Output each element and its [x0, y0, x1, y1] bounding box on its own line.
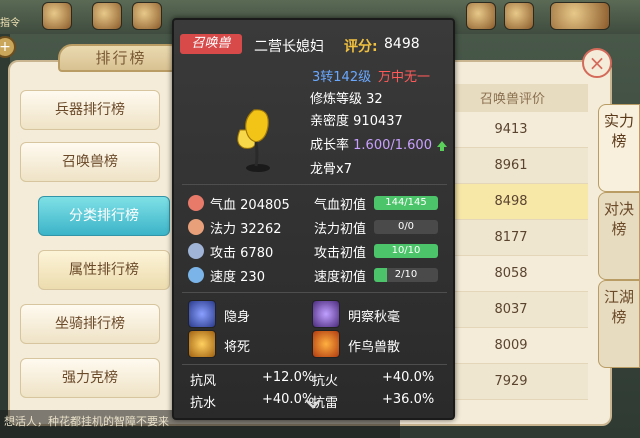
- pet-detail-panel: 召唤兽 二营长媳妇 评分: 8498 3转142级 万中无一 修炼等级 32 亲…: [172, 18, 455, 420]
- sidebar-item-mount[interactable]: 坐骑排行榜: [20, 304, 160, 344]
- stat-dragonbone: 龙骨x7: [310, 162, 352, 177]
- resist-fire-value: +40.0%: [382, 370, 435, 385]
- mp-init-bar: 0/0: [374, 220, 438, 234]
- mp-init-value: 0/0: [397, 221, 415, 232]
- pet-name: 二营长媳妇: [254, 39, 324, 55]
- atk-init-bar: 10/10: [374, 244, 438, 258]
- level-title: 3转142级: [312, 70, 372, 85]
- score-label: 评分:: [344, 39, 378, 55]
- pet-portrait: [237, 109, 270, 172]
- row-score: 8498: [494, 194, 528, 209]
- resist-thunder-value: +36.0%: [382, 392, 435, 407]
- attr-hp-init-label: 气血初值: [314, 198, 367, 213]
- skill-scatter: 作鸟兽散: [348, 340, 401, 355]
- tab-jianghu[interactable]: 江湖榜: [598, 280, 640, 368]
- sidebar-item-category[interactable]: 分类排行榜: [38, 196, 170, 236]
- ranking-title: 排行榜: [58, 44, 184, 72]
- chat-message: 想活人，种花都挂机的智障不要来: [4, 415, 169, 428]
- spd-init-value: 2/10: [394, 269, 418, 280]
- stealth-skill-icon[interactable]: [188, 300, 216, 328]
- scatter-skill-icon[interactable]: [312, 330, 340, 358]
- sidebar-item-attribute[interactable]: 属性排行榜: [38, 250, 170, 290]
- menu-icon-4[interactable]: [466, 2, 496, 30]
- attr-hp: 气血 204805: [210, 198, 290, 213]
- hp-init-value: 144/145: [385, 197, 427, 208]
- attr-mp: 法力 32262: [210, 222, 282, 237]
- skill-general-death: 将死: [224, 340, 251, 355]
- stat-intimacy: 亲密度 910437: [310, 114, 403, 129]
- resist-wind-label: 抗风: [190, 374, 217, 389]
- row-score: 9413: [494, 122, 528, 137]
- divider: [182, 292, 447, 293]
- attr-mp-init-label: 法力初值: [314, 222, 367, 237]
- divider: [182, 364, 447, 365]
- arrow-up-icon: [437, 140, 448, 151]
- resist-fire-label: 抗火: [312, 374, 339, 389]
- resist-wind-value: +12.0%: [262, 370, 315, 385]
- rarity-title: 万中无一: [378, 70, 431, 85]
- stat-cultivation: 修炼等级 32: [310, 92, 383, 107]
- menu-icon-3[interactable]: [132, 2, 162, 30]
- hp-init-bar: 144/145: [374, 196, 438, 210]
- row-score: 8009: [494, 338, 528, 353]
- menu-icon-5[interactable]: [504, 2, 534, 30]
- attr-spd-init-label: 速度初值: [314, 270, 367, 285]
- attr-atk-init-label: 攻击初值: [314, 246, 367, 261]
- mana-icon: [188, 219, 204, 235]
- row-score: 8058: [494, 266, 528, 281]
- attr-atk: 攻击 6780: [210, 246, 274, 261]
- general-death-skill-icon[interactable]: [188, 330, 216, 358]
- row-score: 8961: [494, 158, 528, 173]
- avatar[interactable]: [550, 2, 610, 30]
- skill-insight: 明察秋毫: [348, 310, 401, 325]
- sidebar-item-strong[interactable]: 强力克榜: [20, 358, 160, 398]
- close-icon[interactable]: ×: [582, 48, 612, 78]
- chevron-down-icon[interactable]: [304, 398, 322, 410]
- attr-spd: 速度 230: [210, 270, 265, 285]
- menu-icon-1[interactable]: [42, 2, 72, 30]
- tab-strength[interactable]: 实力榜: [598, 104, 640, 192]
- stat-growth: 成长率 1.600/1.600: [310, 134, 448, 153]
- skill-stealth: 隐身: [224, 310, 251, 325]
- column-header-score: 召唤兽评价: [480, 92, 546, 107]
- sword-icon: [188, 243, 204, 259]
- sidebar-item-summon[interactable]: 召唤兽榜: [20, 142, 160, 182]
- row-score: 8037: [494, 302, 528, 317]
- sidebar-item-weapon[interactable]: 兵器排行榜: [20, 90, 160, 130]
- type-badge: 召唤兽: [180, 34, 242, 54]
- tab-duel[interactable]: 对决榜: [598, 192, 640, 280]
- spd-init-bar: 2/10: [374, 268, 438, 282]
- row-score: 8177: [494, 230, 528, 245]
- score-value: 8498: [384, 36, 420, 52]
- resist-water-label: 抗水: [190, 396, 217, 411]
- divider: [182, 184, 447, 185]
- menu-icon-2[interactable]: [92, 2, 122, 30]
- heart-icon: [188, 195, 204, 211]
- atk-init-value: 10/10: [391, 245, 421, 256]
- speed-icon: [188, 267, 204, 283]
- row-score: 7929: [494, 374, 528, 389]
- command-label[interactable]: 指令: [0, 14, 20, 29]
- insight-skill-icon[interactable]: [312, 300, 340, 328]
- plus-icon[interactable]: +: [0, 36, 16, 58]
